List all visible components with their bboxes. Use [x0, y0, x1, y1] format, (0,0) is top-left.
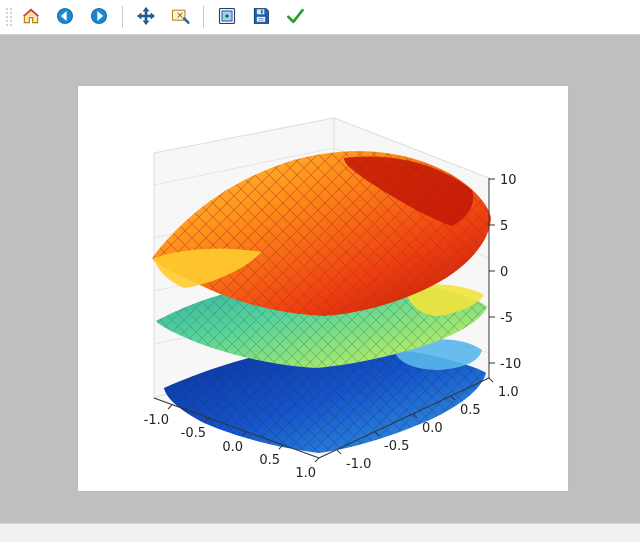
axes-3d[interactable]: -1.0 -0.5 0.0 0.5 1.0 -1.0 -0.5 [94, 98, 552, 480]
z-tick-label: -10 [500, 357, 521, 372]
check-icon [285, 6, 305, 29]
forward-icon [89, 6, 109, 29]
save-button[interactable] [246, 3, 276, 31]
matplotlib-window: -1.0 -0.5 0.0 0.5 1.0 -1.0 -0.5 [0, 0, 640, 542]
x-tick-label: -1.0 [144, 413, 169, 428]
back-icon [55, 6, 75, 29]
subplots-icon [217, 6, 237, 29]
back-button[interactable] [50, 3, 80, 31]
zoom-rect-icon [170, 6, 190, 29]
figure-canvas-area: -1.0 -0.5 0.0 0.5 1.0 -1.0 -0.5 [0, 35, 640, 523]
forward-button[interactable] [84, 3, 114, 31]
pan-button[interactable] [131, 3, 161, 31]
status-bar [0, 523, 640, 542]
z-axis-ticks [489, 179, 495, 363]
y-tick-label: 0.0 [422, 421, 443, 436]
y-tick-label: -0.5 [384, 439, 409, 454]
figure[interactable]: -1.0 -0.5 0.0 0.5 1.0 -1.0 -0.5 [78, 86, 568, 491]
save-icon [251, 6, 271, 29]
x-tick-label: 1.0 [295, 466, 316, 481]
home-icon [21, 6, 41, 29]
x-tick-label: 0.0 [222, 440, 243, 455]
z-tick-label: -5 [500, 311, 513, 326]
y-tick-label: 1.0 [498, 385, 519, 400]
x-tick-label: 0.5 [259, 453, 280, 468]
toolbar-separator [203, 6, 204, 28]
subplots-button[interactable] [212, 3, 242, 31]
navigation-toolbar [0, 0, 640, 35]
z-tick-label: 5 [500, 219, 508, 234]
confirm-button[interactable] [280, 3, 310, 31]
toolbar-separator [122, 6, 123, 28]
home-button[interactable] [16, 3, 46, 31]
z-tick-label: 10 [500, 173, 517, 188]
x-tick-label: -0.5 [181, 426, 206, 441]
y-tick-label: 0.5 [460, 403, 481, 418]
pan-icon [136, 6, 156, 29]
z-tick-label: 0 [500, 265, 508, 280]
toolbar-grip [4, 6, 12, 28]
zoom-button[interactable] [165, 3, 195, 31]
y-tick-label: -1.0 [346, 457, 371, 472]
